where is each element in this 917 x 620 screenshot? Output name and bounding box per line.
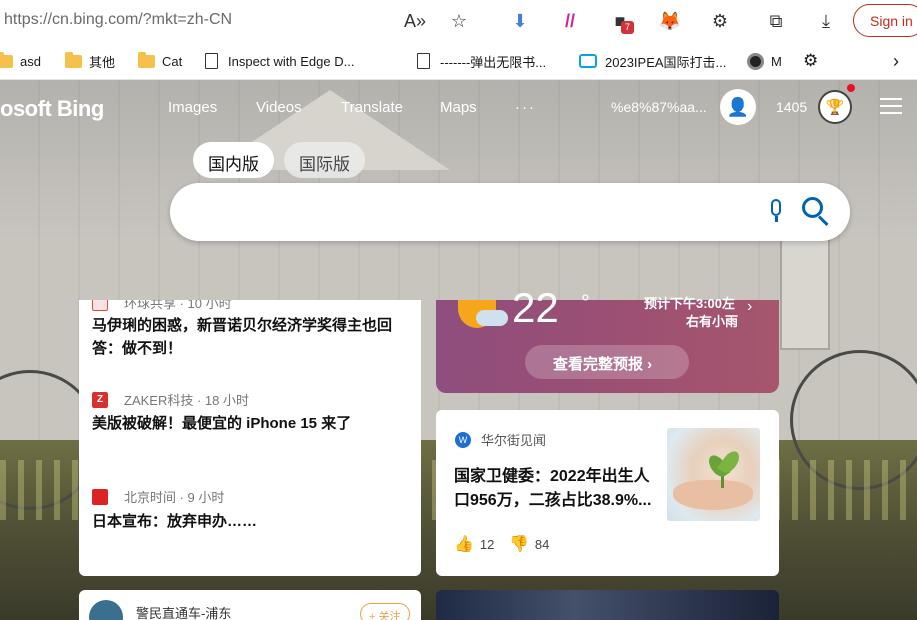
favorite-popup-book[interactable]: -------弹出无限书...: [417, 51, 546, 71]
favorite-label: -------弹出无限书...: [440, 54, 547, 70]
news-source-label: ZAKER科技 · 18 小时: [124, 393, 249, 408]
favorite-label: 2023IPEA国际打击...: [605, 54, 727, 70]
extension-icon[interactable]: //: [557, 8, 583, 34]
dislike-button[interactable]: 👎 84: [509, 534, 549, 554]
news-thumbnail-image[interactable]: [667, 428, 760, 521]
sign-in-button[interactable]: Sign in: [853, 4, 917, 37]
temperature: 22: [512, 284, 559, 331]
video-card[interactable]: [436, 590, 779, 620]
favorite-ipea[interactable]: 2023IPEA国际打击...: [579, 51, 726, 71]
like-count: 12: [479, 536, 495, 552]
rewards-trophy-icon[interactable]: 🏆: [818, 90, 852, 124]
favorite-m[interactable]: M: [747, 51, 782, 71]
favorites-bar: asd 其他 Cat Inspect with Edge D... ------…: [0, 42, 917, 80]
zaker-icon: Z: [92, 391, 108, 408]
region-tab-domestic[interactable]: 国内版: [193, 142, 274, 178]
favorite-label: Inspect with Edge D...: [228, 53, 355, 69]
download-extension-icon[interactable]: ⬇: [507, 8, 533, 34]
nav-videos[interactable]: Videos: [256, 99, 302, 116]
favorite-label: Cat: [162, 53, 183, 69]
beijing-time-icon: [92, 488, 108, 505]
read-aloud-icon[interactable]: A»: [402, 8, 428, 34]
extensions-icon[interactable]: ⚙: [707, 8, 733, 34]
nav-maps[interactable]: Maps: [440, 99, 477, 116]
user-avatar-icon[interactable]: 👤: [720, 89, 756, 125]
nav-images[interactable]: Images: [168, 99, 217, 116]
weather-forecast-line1: 预计下午3:00左: [644, 296, 736, 311]
like-button[interactable]: 👍 12: [454, 534, 494, 554]
author-avatar[interactable]: [89, 600, 123, 620]
temperature-unit: °: [581, 290, 590, 315]
news-headline[interactable]: 马伊琍的困惑，新晋诺贝尔经济学奖得主也回答：做不到！: [92, 314, 410, 360]
account-name[interactable]: %e8%87%aa...: [611, 99, 707, 115]
weather-card[interactable]: 22 ° 预计下午3:00左 右有小雨 › 查看完整预报 ›: [436, 284, 779, 393]
folder-icon: [0, 51, 13, 68]
news-headline[interactable]: 美版被破解！最便宜的 iPhone 15 来了: [92, 412, 410, 435]
favorite-label: 其他: [89, 54, 116, 70]
search-box[interactable]: [170, 183, 850, 241]
news-headline[interactable]: 日本宣布：放弃申办……: [92, 510, 410, 533]
news-source-label: 华尔街见闻: [481, 433, 547, 448]
region-tab-international[interactable]: 国际版: [284, 142, 365, 178]
favorite-inspect-edge[interactable]: Inspect with Edge D...: [205, 51, 354, 71]
downloads-icon[interactable]: ⤓: [813, 8, 839, 34]
page-icon: [417, 53, 430, 69]
bing-homepage: osoft Bing Images Videos Translate Maps …: [0, 80, 917, 620]
favorite-label: M: [771, 53, 782, 69]
favorites-settings-icon[interactable]: ⚙: [803, 51, 818, 71]
collections-icon[interactable]: ⧉: [763, 8, 789, 34]
post-author[interactable]: 警民直通车-浦东: [136, 603, 231, 620]
bilibili-icon: [579, 54, 597, 68]
news-source-icon: [92, 300, 108, 311]
news-source: W 华尔街见闻: [455, 430, 546, 449]
search-icon[interactable]: [802, 197, 832, 227]
news-source: 北京时间 · 9 小时: [92, 487, 224, 506]
favorite-folder-cat[interactable]: Cat: [138, 51, 182, 71]
news-card-right[interactable]: W 华尔街见闻 国家卫健委：2022年出生人口956万，二孩占比38.9%...…: [436, 410, 779, 576]
bing-logo[interactable]: osoft Bing: [0, 96, 104, 122]
favorite-star-icon[interactable]: ☆: [446, 8, 472, 34]
news-source-label: 北京时间 · 9 小时: [124, 490, 225, 505]
news-source: 环球共享 · 10 小时: [92, 300, 232, 312]
nav-translate[interactable]: Translate: [341, 99, 403, 116]
browser-toolbar: https://cn.bing.com/?mkt=zh-CN A» ☆ ⬇ //…: [0, 0, 917, 42]
follow-button[interactable]: + 关注: [360, 603, 410, 620]
nav-more[interactable]: ···: [515, 99, 536, 116]
weather-forecast-line2: 右有小雨: [686, 314, 739, 329]
folder-icon: [65, 51, 82, 68]
thumbs-up-icon: 👍: [454, 536, 474, 553]
news-headline[interactable]: 国家卫健委：2022年出生人口956万，二孩占比38.9%...: [454, 465, 659, 513]
news-source: Z ZAKER科技 · 18 小时: [92, 390, 249, 409]
thumbs-down-icon: 👎: [509, 536, 529, 553]
favorite-folder-asd[interactable]: asd: [0, 51, 41, 71]
fox-extension-icon[interactable]: 🦊: [657, 8, 683, 34]
site-icon: [747, 52, 764, 70]
full-forecast-button[interactable]: 查看完整预报 ›: [525, 345, 689, 379]
chevron-right-icon[interactable]: ›: [747, 298, 752, 316]
favorite-label: asd: [20, 53, 41, 69]
microphone-icon[interactable]: [764, 199, 788, 227]
page-icon: [205, 53, 218, 69]
background-barn-door: [780, 230, 830, 350]
hamburger-menu-icon[interactable]: [880, 98, 902, 116]
address-bar[interactable]: https://cn.bing.com/?mkt=zh-CN: [4, 11, 232, 29]
folder-icon: [138, 51, 155, 68]
chevron-right-icon[interactable]: ›: [893, 51, 899, 71]
dislike-count: 84: [534, 536, 550, 552]
news-card-left[interactable]: 环球共享 · 10 小时 马伊琍的困惑，新晋诺贝尔经济学奖得主也回答：做不到！ …: [79, 300, 421, 576]
social-post-card[interactable]: 警民直通车-浦东 + 关注: [79, 590, 421, 620]
favorite-folder-other[interactable]: 其他: [65, 51, 115, 71]
extension-badge: 7: [621, 21, 634, 34]
wallstreetcn-icon: W: [455, 431, 471, 448]
rewards-points[interactable]: 1405: [776, 99, 807, 115]
notification-dot: [847, 84, 855, 92]
cloud-icon: [476, 310, 508, 326]
news-source-label: 环球共享 · 10 小时: [124, 300, 232, 311]
